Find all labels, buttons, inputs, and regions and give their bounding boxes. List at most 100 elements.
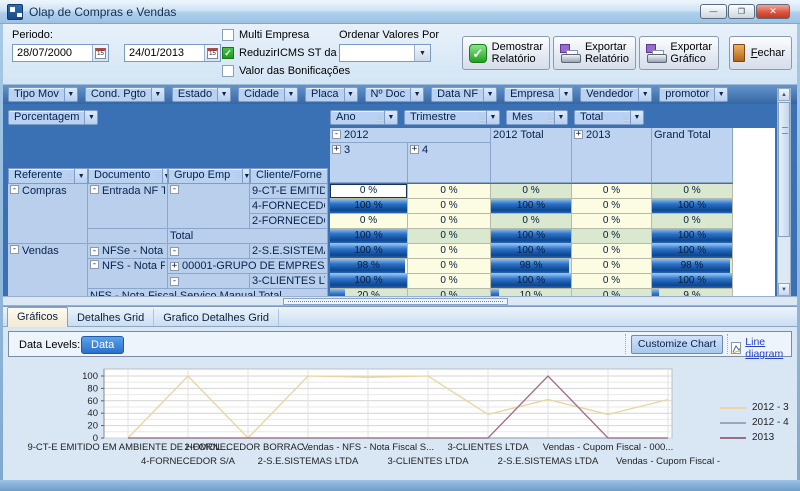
col-header-grand-total[interactable]: Grand Total — [652, 128, 733, 183]
fechar-button[interactable]: « Fechar — [729, 36, 792, 70]
pivot-row-label[interactable]: 2-S.E.SISTEMAS L — [250, 244, 328, 259]
filter-button-promotor[interactable]: promotor▼ — [659, 87, 728, 102]
pivot-value-cell[interactable]: 100 % — [491, 244, 572, 259]
tab-detalhes-grid[interactable]: Detalhes Grid — [68, 309, 154, 326]
pivot-value-cell[interactable]: 100 % — [330, 229, 408, 244]
horizontal-scroll-thumb[interactable] — [283, 298, 508, 305]
col-header-q4[interactable]: + 4 — [408, 143, 491, 183]
pivot-value-cell[interactable]: 0 % — [572, 274, 652, 289]
pivot-value-cell[interactable]: 0 % — [408, 274, 491, 289]
date-to-value[interactable]: 24/01/2013 — [125, 45, 204, 61]
vertical-scrollbar[interactable]: ▲ ▼ — [777, 88, 791, 296]
expand-icon[interactable]: + — [332, 145, 341, 154]
row-field-referente[interactable]: Referente△▼ — [8, 168, 88, 184]
pivot-value-cell[interactable]: 0 % — [572, 184, 652, 199]
reduzir-icms-checkbox[interactable]: ✓ — [222, 47, 234, 59]
pivot-value-cell[interactable]: 0 % — [572, 199, 652, 214]
bonificacoes-checkbox[interactable] — [222, 65, 234, 77]
pivot-value-cell[interactable]: 98 % — [330, 259, 408, 274]
pivot-value-cell[interactable]: 9 % — [652, 289, 733, 296]
pivot-row-label[interactable]: 2-FORNECEDOR B — [250, 214, 328, 229]
filter-button-cond-pgto[interactable]: Cond. Pgto▼ — [85, 87, 165, 102]
pivot-value-cell[interactable]: 0 % — [572, 214, 652, 229]
pivot-value-cell[interactable]: 100 % — [491, 229, 572, 244]
vertical-scroll-thumb[interactable] — [778, 102, 790, 237]
scroll-down-icon[interactable]: ▼ — [778, 283, 790, 296]
tab-grafico-detalhes-grid[interactable]: Grafico Detalhes Grid — [154, 309, 279, 326]
pivot-value-cell[interactable]: 10 % — [491, 289, 572, 296]
pivot-value-cell[interactable]: 98 % — [652, 259, 733, 274]
dropdown-arrow-icon[interactable]: ▼ — [84, 111, 97, 124]
pivot-value-cell[interactable]: 0 % — [491, 184, 572, 199]
pivot-value-cell[interactable]: 0 % — [652, 214, 733, 229]
pivot-row-label[interactable]: -Compras — [8, 184, 88, 244]
dropdown-arrow-icon[interactable]: ▼ — [384, 111, 397, 124]
close-button[interactable]: ✕ — [756, 4, 790, 19]
pivot-value-cell[interactable]: 100 % — [330, 274, 408, 289]
pivot-row-label[interactable]: Total — [168, 229, 328, 244]
pivot-row-label[interactable]: -Vendas — [8, 244, 88, 296]
pivot-value-cell[interactable]: 0 % — [408, 229, 491, 244]
date-from-value[interactable]: 28/07/2000 — [13, 45, 92, 61]
pivot-row-label[interactable]: -Entrada NF Tercei — [88, 184, 168, 229]
col-header-q3[interactable]: + 3 — [330, 143, 408, 183]
dropdown-arrow-icon[interactable]: ▼ — [559, 88, 572, 101]
expand-icon[interactable]: + — [574, 130, 583, 139]
tab-gr-ficos[interactable]: Gráficos — [7, 307, 68, 327]
pivot-value-cell[interactable]: 0 % — [491, 214, 572, 229]
exportar-relatorio-button[interactable]: ExportarRelatório — [553, 36, 636, 70]
dropdown-arrow-icon[interactable]: ▼ — [217, 88, 230, 101]
pivot-row-label[interactable]: 3-CLIENTES LTDA — [250, 274, 328, 289]
collapse-icon[interactable]: - — [90, 247, 99, 256]
expand-icon[interactable]: + — [170, 262, 179, 271]
pivot-value-cell[interactable]: 98 % — [491, 259, 572, 274]
pivot-value-cell[interactable]: 100 % — [652, 274, 733, 289]
pivot-row-label[interactable]: -NFS - Nota Fiscal S — [88, 259, 168, 289]
pivot-row-label[interactable]: +00001-GRUPO DE EMPRESAS 1 — [168, 259, 328, 274]
filter-button-estado[interactable]: Estado▼ — [172, 87, 231, 102]
pivot-row-label[interactable]: -NFSe - Nota Fisca — [88, 244, 168, 259]
column-field-trimestre[interactable]: Trimestre△▼ — [404, 110, 500, 125]
dropdown-arrow-icon[interactable]: ▼ — [74, 169, 87, 183]
dropdown-arrow-icon[interactable]: ▼ — [486, 111, 499, 124]
dropdown-arrow-icon[interactable]: ▼ — [410, 88, 423, 101]
dropdown-arrow-icon[interactable]: ▼ — [483, 88, 496, 101]
filter-button-n-doc[interactable]: Nº Doc▼ — [365, 87, 425, 102]
pivot-row-label[interactable]: - — [168, 244, 250, 259]
collapse-icon[interactable]: - — [170, 247, 179, 256]
pivot-value-cell[interactable]: 0 % — [408, 289, 491, 296]
horizontal-scrollbar[interactable] — [3, 296, 797, 306]
pivot-value-cell[interactable]: 100 % — [652, 229, 733, 244]
collapse-icon[interactable]: - — [90, 260, 99, 269]
ordenar-select[interactable]: ▼ — [339, 44, 431, 62]
dropdown-arrow-icon[interactable]: ▼ — [714, 88, 727, 101]
pivot-value-cell[interactable]: 100 % — [652, 199, 733, 214]
column-field-ano[interactable]: Ano△▼ — [330, 110, 398, 125]
col-header-2013[interactable]: + 2013 — [572, 128, 652, 183]
pivot-value-cell[interactable]: 0 % — [408, 244, 491, 259]
pivot-value-cell[interactable]: 0 % — [408, 259, 491, 274]
filter-button-data-nf[interactable]: Data NF▼ — [431, 87, 497, 102]
calendar-button[interactable]: 15 — [204, 45, 220, 61]
pivot-row-label[interactable]: - — [168, 184, 250, 229]
data-level-chip[interactable]: Data — [81, 336, 124, 354]
pivot-row-label[interactable]: 4-FORNECEDOR S — [250, 199, 328, 214]
filter-button-vendedor[interactable]: Vendedor▼ — [580, 87, 652, 102]
collapse-icon[interactable]: - — [170, 277, 179, 286]
measure-button-porcentagem[interactable]: Porcentagem ▼ — [8, 110, 98, 125]
scroll-up-icon[interactable]: ▲ — [778, 88, 790, 101]
calendar-button[interactable]: 15 — [92, 45, 108, 61]
filter-button-cidade[interactable]: Cidade▼ — [238, 87, 298, 102]
filter-button-empresa[interactable]: Empresa▼ — [504, 87, 573, 102]
pivot-row-label[interactable]: - — [168, 274, 250, 289]
collapse-icon[interactable]: - — [170, 185, 179, 194]
collapse-icon[interactable]: - — [10, 185, 19, 194]
dropdown-arrow-icon[interactable]: ▼ — [630, 111, 643, 124]
row-field-cliente-forne[interactable]: Cliente/Forne▽▼ — [250, 168, 328, 184]
pivot-value-cell[interactable]: 100 % — [330, 244, 408, 259]
column-field-mes[interactable]: Mes△▼ — [506, 110, 568, 125]
maximize-button[interactable]: ❐ — [728, 4, 755, 19]
collapse-icon[interactable]: - — [90, 185, 99, 194]
exportar-grafico-button[interactable]: ExportarGráfico — [639, 36, 719, 70]
pivot-row-label[interactable] — [88, 229, 168, 244]
